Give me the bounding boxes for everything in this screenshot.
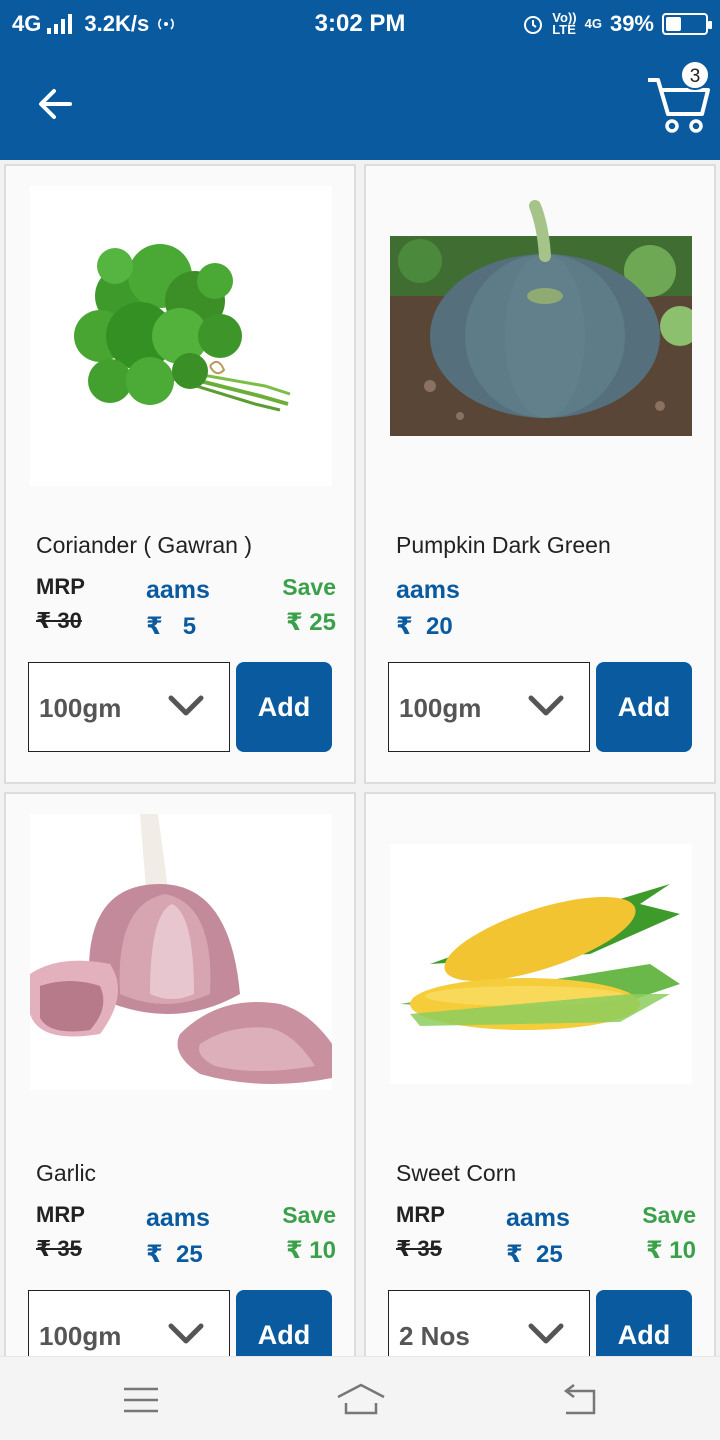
quantity-value: 2 Nos [399, 1321, 470, 1351]
mrp-value: ₹ 35 [396, 1236, 442, 1261]
save-label: Save [282, 574, 336, 600]
app-bar: 3 [0, 48, 720, 160]
network-type: 4G [12, 11, 42, 36]
clock: 3:02 PM [314, 10, 406, 37]
save-label: Save [642, 1202, 696, 1228]
chevron-down-icon [168, 1323, 204, 1344]
product-card: Coriander ( Gawran ) MRP ₹ 30 aams ₹ 5 S… [4, 164, 356, 784]
quantity-value: 100gm [39, 693, 122, 723]
battery-icon [662, 13, 712, 35]
volte-indicator: Vo)) LTE [552, 10, 577, 37]
aams-price: ₹ 5 [146, 613, 197, 640]
mrp-label: MRP [396, 1202, 445, 1227]
chevron-down-icon [168, 695, 204, 716]
add-button[interactable]: Add [596, 1290, 692, 1356]
network-speed: 3.2K/s [84, 11, 150, 36]
add-button[interactable]: Add [596, 662, 692, 752]
home-icon [337, 1383, 385, 1415]
status-bar: 4G 3.2K/s 3:02 PM Vo)) LTE 4G 39% [0, 0, 720, 48]
quantity-select[interactable]: 100gm [28, 662, 230, 752]
mrp-value: ₹ 30 [36, 608, 82, 633]
price-row: aams ₹ 20 [396, 574, 696, 640]
product-card: Garlic MRP ₹ 35 aams ₹ 25 Save ₹ 10 100g… [4, 792, 356, 1356]
add-button[interactable]: Add [236, 1290, 332, 1356]
product-grid: Coriander ( Gawran ) MRP ₹ 30 aams ₹ 5 S… [0, 164, 720, 1356]
cart-button[interactable]: 3 [646, 60, 710, 136]
aams-label: aams [396, 576, 460, 604]
cart-count-badge: 3 [680, 60, 710, 90]
menu-icon [124, 1387, 158, 1413]
aams-label: aams [506, 1204, 570, 1232]
product-name: Coriander ( Gawran ) [36, 532, 253, 558]
product-card: Pumpkin Dark Green aams ₹ 20 100gm Add [364, 164, 716, 784]
home-button[interactable] [336, 1381, 386, 1419]
save-value: ₹ 10 [285, 1237, 336, 1264]
network-type-2: 4G [584, 16, 602, 31]
product-name: Garlic [36, 1160, 97, 1186]
garlic-image [30, 814, 332, 1090]
chevron-down-icon [528, 1323, 564, 1344]
hotspot-icon [158, 18, 175, 30]
quantity-select[interactable]: 100gm [388, 662, 590, 752]
quantity-value: 100gm [399, 693, 482, 723]
product-card: Sweet Corn MRP ₹ 35 aams ₹ 25 Save ₹ 10 … [364, 792, 716, 1356]
mrp-value: ₹ 35 [36, 1236, 82, 1261]
price-row: MRP ₹ 35 aams ₹ 25 Save ₹ 10 [36, 1202, 336, 1268]
product-name: Pumpkin Dark Green [396, 532, 611, 558]
system-nav-bar [0, 1356, 720, 1440]
menu-button[interactable] [116, 1381, 166, 1419]
aams-price: ₹ 25 [146, 1241, 203, 1268]
add-button[interactable]: Add [236, 662, 332, 752]
arrow-left-icon [39, 89, 72, 119]
corn-image [390, 844, 692, 1084]
mrp-label: MRP [36, 1202, 85, 1227]
aams-label: aams [146, 576, 210, 604]
product-name: Sweet Corn [396, 1160, 517, 1186]
aams-label: aams [146, 1204, 210, 1232]
save-value: ₹ 25 [285, 609, 336, 636]
price-row: MRP ₹ 35 aams ₹ 25 Save ₹ 10 [396, 1202, 696, 1268]
mrp-label: MRP [36, 574, 85, 599]
signal-icon [47, 14, 73, 34]
coriander-image [30, 186, 332, 486]
quantity-select[interactable]: 2 Nos [388, 1290, 590, 1356]
back-icon [563, 1384, 596, 1415]
quantity-select[interactable]: 100gm [28, 1290, 230, 1356]
save-label: Save [282, 1202, 336, 1228]
quantity-value: 100gm [39, 1321, 122, 1351]
back-button[interactable] [32, 82, 80, 126]
price-row: MRP ₹ 30 aams ₹ 5 Save ₹ 25 [36, 574, 336, 640]
save-value: ₹ 10 [645, 1237, 696, 1264]
aams-price: ₹ 25 [506, 1241, 563, 1268]
back-nav-button[interactable] [556, 1381, 606, 1419]
alarm-icon [524, 16, 543, 34]
aams-price: ₹ 20 [396, 613, 453, 640]
battery-percent: 39% [609, 11, 654, 36]
chevron-down-icon [528, 695, 564, 716]
pumpkin-image [390, 186, 692, 486]
